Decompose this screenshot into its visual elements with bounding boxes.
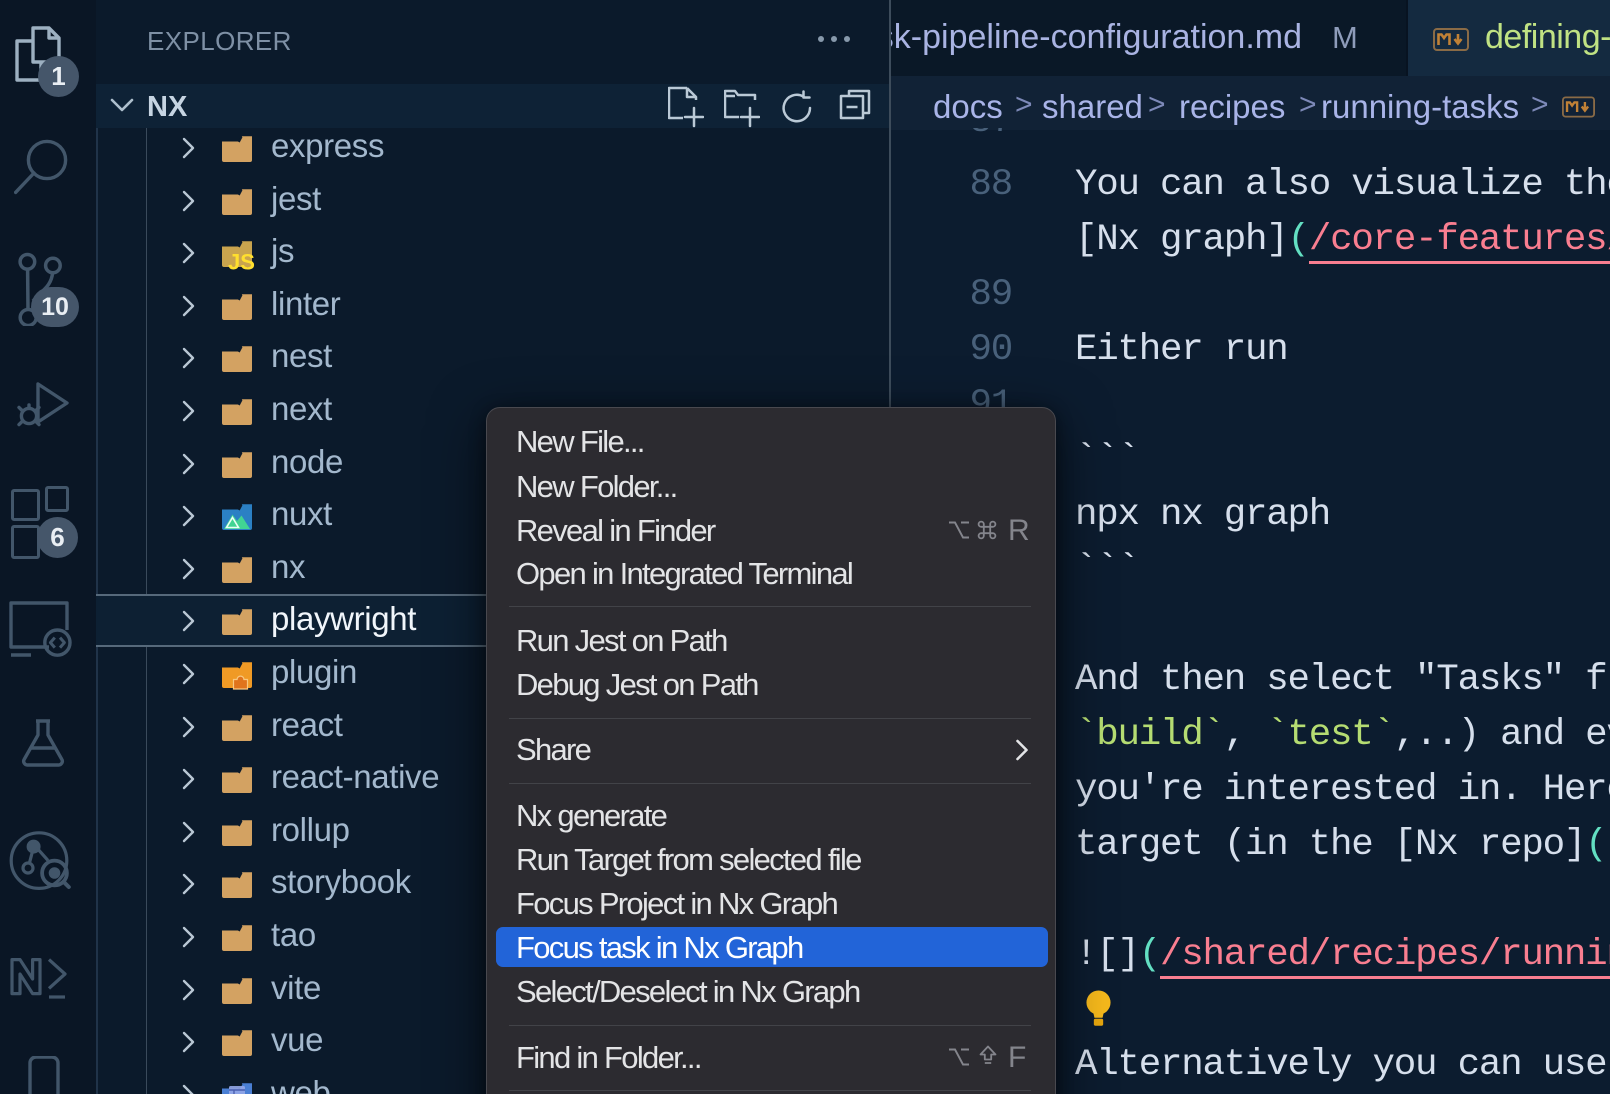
svg-text:JS: JS [228, 250, 255, 275]
